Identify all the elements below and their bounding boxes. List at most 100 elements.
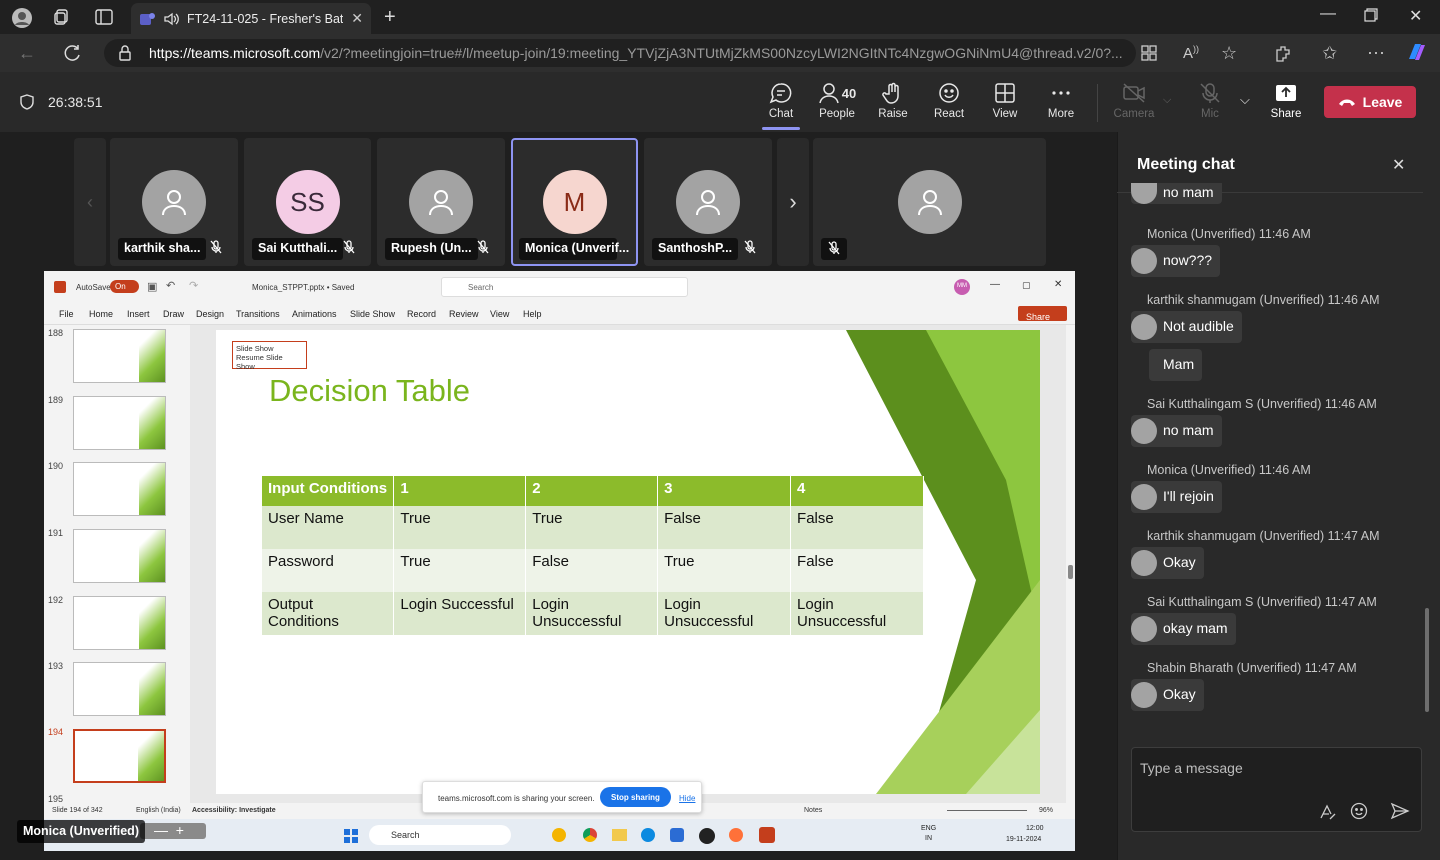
workspaces-icon[interactable] xyxy=(53,8,71,26)
ppt-filename[interactable]: Monica_STPPT.pptx • Saved xyxy=(252,283,354,292)
windows-start-icon[interactable] xyxy=(344,829,358,843)
ppt-close-icon[interactable]: ✕ xyxy=(1054,279,1062,290)
close-tab-icon[interactable]: ✕ xyxy=(351,10,363,27)
firefox-icon[interactable] xyxy=(729,828,743,842)
tab-actions-icon[interactable] xyxy=(95,9,113,25)
ppt-scrollbar[interactable] xyxy=(1066,325,1075,803)
edge-icon[interactable] xyxy=(641,828,655,842)
new-tab-button[interactable]: + xyxy=(384,6,396,29)
ppt-tab[interactable]: Draw xyxy=(163,309,184,319)
ppt-tab[interactable]: Help xyxy=(523,309,542,319)
slideshow-popup[interactable]: Slide Show Resume Slide Show xyxy=(232,341,307,371)
language-status[interactable]: English (India) xyxy=(136,807,181,814)
taskbar-search[interactable]: Search xyxy=(369,825,511,845)
lock-icon[interactable] xyxy=(118,45,132,61)
ppt-tab[interactable]: Transitions xyxy=(236,309,280,319)
participant-tile[interactable]: Rupesh (Un... xyxy=(377,138,505,266)
slide-thumbnail[interactable] xyxy=(73,529,166,583)
ppt-tab[interactable]: File xyxy=(59,309,74,319)
chat-scrollbar[interactable] xyxy=(1425,608,1429,712)
participant-tile-speaking[interactable]: M Monica (Unverif... xyxy=(511,138,638,266)
zoom-slider[interactable] xyxy=(947,810,1027,811)
emoji-icon[interactable] xyxy=(1350,802,1368,820)
send-icon[interactable] xyxy=(1390,802,1410,820)
ppt-minimize-icon[interactable]: — xyxy=(990,279,1000,290)
app-available-icon[interactable] xyxy=(1140,44,1158,62)
ppt-tab[interactable]: Record xyxy=(407,309,436,319)
slide-thumbnail[interactable] xyxy=(73,396,166,450)
ppt-restore-icon[interactable]: ▢ xyxy=(1022,280,1031,291)
refresh-icon[interactable] xyxy=(62,43,82,63)
powerpoint-taskbar-icon[interactable] xyxy=(759,827,775,843)
taskbar-app-icon[interactable] xyxy=(552,828,566,842)
ppt-tab[interactable]: Slide Show xyxy=(350,309,395,319)
copilot-icon[interactable] xyxy=(1405,41,1429,63)
ppt-tab[interactable]: Design xyxy=(196,309,224,319)
more-button[interactable]: More xyxy=(1033,82,1089,120)
ppt-tab[interactable]: View xyxy=(490,309,509,319)
self-view-controls[interactable]: — + xyxy=(140,823,206,839)
chat-message-input[interactable] xyxy=(1140,756,1410,780)
back-icon[interactable]: ← xyxy=(18,43,36,64)
autosave-toggle[interactable]: On xyxy=(110,280,139,293)
participant-tile[interactable]: karthik sha... xyxy=(110,138,238,266)
stop-sharing-button[interactable]: Stop sharing xyxy=(600,787,671,807)
restore-button[interactable] xyxy=(1364,8,1378,22)
ppt-share-button[interactable]: Share xyxy=(1018,306,1067,322)
view-button[interactable]: View xyxy=(977,82,1033,120)
ppt-tab[interactable]: Home xyxy=(89,309,113,319)
save-icon[interactable]: ▣ xyxy=(147,280,157,293)
close-chat-icon[interactable]: ✕ xyxy=(1392,155,1405,175)
close-window-button[interactable]: ✕ xyxy=(1409,6,1422,26)
profile-icon[interactable] xyxy=(11,7,33,29)
camera-options-chevron-icon[interactable]: ⌵ xyxy=(1163,94,1171,107)
file-explorer-icon[interactable] xyxy=(612,829,627,841)
accessibility-status[interactable]: Accessibility: Investigate xyxy=(192,807,276,814)
chrome-icon[interactable] xyxy=(583,828,597,842)
browser-menu-icon[interactable]: ··· xyxy=(1367,42,1385,63)
slide-thumbnail[interactable] xyxy=(73,329,166,383)
ppt-tab[interactable]: Animations xyxy=(292,309,337,319)
browser-tab-active[interactable]: FT24-11-025 - Fresher's Batc ✕ xyxy=(131,3,371,34)
react-button[interactable]: React xyxy=(921,82,977,120)
format-icon[interactable] xyxy=(1318,803,1336,821)
url-field[interactable]: https://teams.microsoft.com/v2/?meetingj… xyxy=(104,39,1136,67)
read-aloud-icon[interactable]: A)) xyxy=(1183,44,1199,62)
participant-tile[interactable]: SanthoshP... xyxy=(644,138,772,266)
zoom-level[interactable]: 96% xyxy=(1039,807,1053,814)
extensions-icon[interactable] xyxy=(1274,44,1292,62)
favorites-icon[interactable]: ✩ xyxy=(1322,43,1337,64)
mic-options-chevron-icon[interactable]: ⌵ xyxy=(1240,92,1250,108)
favorite-star-icon[interactable]: ☆ xyxy=(1221,43,1237,64)
input-language[interactable]: ENG xyxy=(921,825,936,832)
taskbar-time[interactable]: 12:00 xyxy=(1026,825,1044,832)
ppt-user-avatar[interactable]: MM xyxy=(954,279,970,295)
participant-tile-large[interactable] xyxy=(813,138,1046,266)
share-button[interactable]: Share xyxy=(1258,82,1314,120)
raise-hand-button[interactable]: Raise xyxy=(865,82,921,120)
mic-button[interactable]: Mic xyxy=(1182,82,1238,120)
slide-thumbnail[interactable] xyxy=(73,662,166,716)
resume-slideshow-link[interactable]: Resume Slide Show xyxy=(236,353,303,371)
slide-thumbnail[interactable] xyxy=(73,596,166,650)
people-button[interactable]: 40 People xyxy=(809,82,865,120)
undo-icon[interactable]: ↶ xyxy=(166,279,175,292)
store-icon[interactable] xyxy=(670,828,684,842)
redo-icon[interactable]: ↷ xyxy=(189,279,198,292)
dell-icon[interactable] xyxy=(699,828,715,844)
slide-thumbnail[interactable] xyxy=(73,462,166,516)
camera-button[interactable]: Camera xyxy=(1106,82,1162,120)
ppt-tab[interactable]: Review xyxy=(449,309,479,319)
chat-message-bubble[interactable]: Mam xyxy=(1149,349,1203,381)
chat-button[interactable]: Chat xyxy=(753,82,809,120)
leave-button[interactable]: Leave xyxy=(1324,86,1416,118)
prev-participants-button[interactable]: ‹ xyxy=(74,138,106,266)
notes-button[interactable]: Notes xyxy=(804,807,822,814)
minimize-button[interactable]: — xyxy=(1320,5,1336,23)
hide-link[interactable]: Hide xyxy=(679,794,695,803)
ppt-search[interactable]: Search xyxy=(441,277,688,297)
participant-tile[interactable]: SS Sai Kutthali... xyxy=(244,138,371,266)
speaker-icon[interactable] xyxy=(163,11,179,27)
ppt-tab[interactable]: Insert xyxy=(127,309,150,319)
next-participants-button[interactable]: › xyxy=(777,138,809,266)
